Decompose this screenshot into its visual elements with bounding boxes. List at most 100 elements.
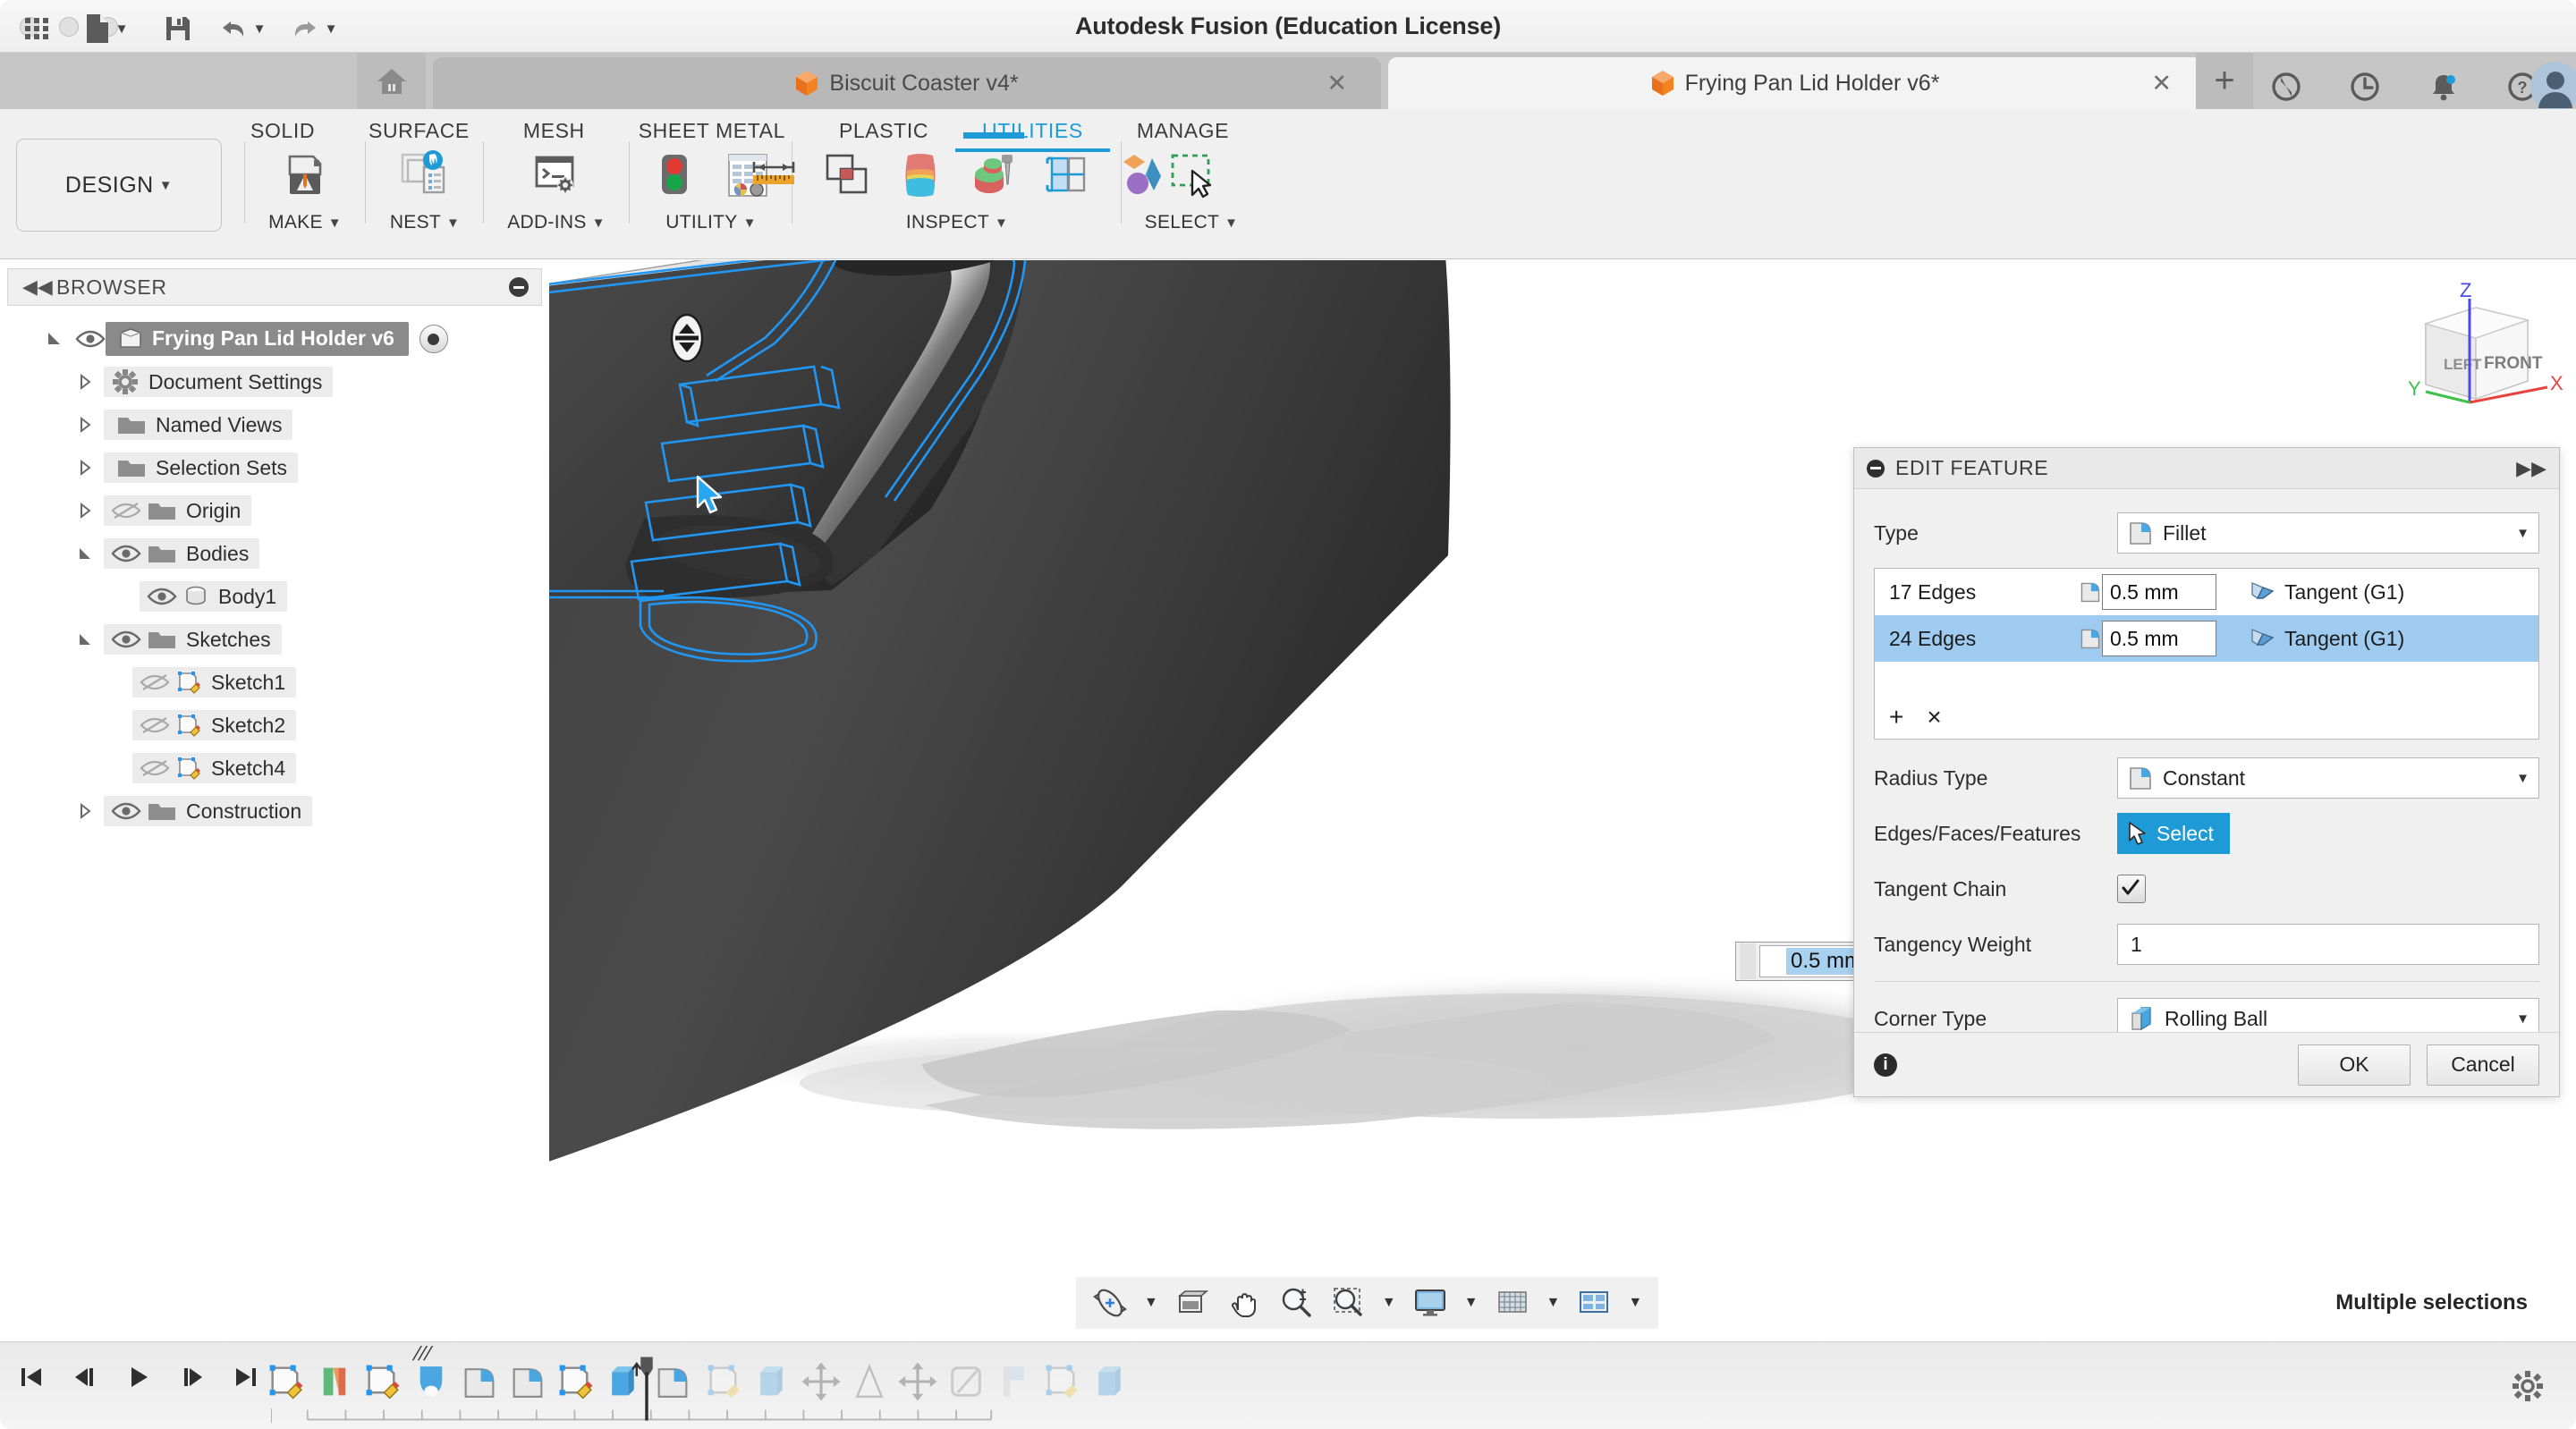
account-avatar[interactable] <box>2528 59 2576 114</box>
timeline-feature-extrude-pending[interactable] <box>750 1357 795 1407</box>
edge-continuity[interactable]: Tangent (G1) <box>2249 627 2404 651</box>
visibility-eye-icon[interactable] <box>111 800 141 822</box>
cancel-button[interactable]: Cancel <box>2427 1044 2539 1086</box>
double-left-arrow-icon[interactable]: ◀◀ <box>22 275 53 299</box>
new-file-caret-icon[interactable]: ▼ <box>115 21 129 37</box>
traffic-light-icon[interactable] <box>642 143 707 207</box>
timeline-feature-fillet[interactable] <box>505 1357 550 1407</box>
play-back-icon[interactable] <box>123 1362 154 1392</box>
remove-edge-set-button[interactable]: × <box>1927 703 1941 731</box>
document-tab-frying-pan-lid-holder[interactable]: Frying Pan Lid Holder v6* ✕ <box>1388 57 2202 109</box>
timeline-feature-move-pending[interactable] <box>895 1357 940 1407</box>
edge-set-list[interactable]: 17 Edges 0.5 mm Tangent (G1) 24 Edges 0.… <box>1874 568 2539 740</box>
timeline-settings-gear-icon[interactable] <box>2510 1368 2546 1404</box>
expander-expanded-icon[interactable] <box>75 544 95 563</box>
scripts-addins-icon[interactable] <box>524 143 589 207</box>
timeline-feature-revolve[interactable]: /// <box>409 1342 453 1407</box>
curvature-map-icon[interactable] <box>888 143 953 207</box>
timeline-feature-sketch[interactable] <box>360 1357 405 1407</box>
tree-item-construction[interactable]: Construction <box>7 790 542 833</box>
timeline-feature-shell-pending[interactable] <box>944 1357 988 1407</box>
expander-collapsed-icon[interactable] <box>75 501 95 520</box>
viewports-caret-icon[interactable]: ▼ <box>1623 1295 1648 1311</box>
radius-type-dropdown[interactable]: Constant ▼ <box>2117 757 2539 799</box>
expander-expanded-icon[interactable] <box>45 329 64 349</box>
tree-item-origin[interactable]: Origin <box>7 489 542 532</box>
visibility-hidden-eye-icon[interactable] <box>111 500 141 521</box>
visibility-hidden-eye-icon[interactable] <box>140 757 170 779</box>
tangent-chain-checkbox[interactable] <box>2117 875 2146 903</box>
home-button[interactable] <box>357 53 426 109</box>
timeline-feature-sketch[interactable] <box>264 1357 309 1407</box>
recent-clock-icon[interactable] <box>2347 69 2383 105</box>
tree-item-body1[interactable]: Body1 <box>7 575 542 618</box>
app-grid-icon[interactable] <box>11 7 63 50</box>
refresh-icon[interactable] <box>2268 69 2304 105</box>
undo-icon[interactable]: ▼ <box>208 7 277 50</box>
3d-print-icon[interactable] <box>273 143 337 207</box>
grid-snap-caret-icon[interactable]: ▼ <box>1541 1295 1566 1311</box>
grid-snap-icon[interactable] <box>1489 1280 1536 1326</box>
timeline-feature-move-pending[interactable] <box>799 1357 843 1407</box>
tree-item-named-views[interactable]: Named Views <box>7 403 542 446</box>
timeline-feature-fillet[interactable] <box>457 1357 502 1407</box>
timeline-feature-draft-pending[interactable] <box>847 1357 892 1407</box>
tree-item-sketch2[interactable]: Sketch2 <box>7 704 542 747</box>
activate-component-radio[interactable] <box>419 325 448 353</box>
view-cube[interactable]: LEFT FRONT Z X Y <box>2370 268 2576 429</box>
visibility-hidden-eye-icon[interactable] <box>140 714 170 736</box>
minimize-dot-icon[interactable] <box>509 277 529 297</box>
window-select-icon[interactable] <box>1159 143 1224 207</box>
add-edge-set-button[interactable]: + <box>1889 703 1903 731</box>
expander-collapsed-icon[interactable] <box>75 415 95 435</box>
pan-icon[interactable] <box>1221 1280 1267 1326</box>
zoom-window-caret-icon[interactable]: ▼ <box>1377 1295 1402 1311</box>
step-forward-icon[interactable] <box>177 1362 208 1392</box>
close-tab-button[interactable]: ✕ <box>1326 70 1347 97</box>
orbit-caret-icon[interactable]: ▼ <box>1139 1295 1164 1311</box>
new-file-icon[interactable]: ▼ <box>72 7 141 50</box>
expander-collapsed-icon[interactable] <box>75 458 95 478</box>
go-to-end-icon[interactable] <box>231 1362 261 1392</box>
double-right-arrow-icon[interactable]: ▶▶ <box>2516 457 2546 480</box>
redo-caret-icon[interactable]: ▼ <box>325 21 338 37</box>
timeline-feature-sketch-pending[interactable] <box>1040 1357 1085 1407</box>
zoom-window-icon[interactable] <box>1325 1280 1371 1326</box>
edge-continuity[interactable]: Tangent (G1) <box>2249 580 2404 605</box>
measure-icon[interactable] <box>741 143 806 207</box>
component-color-icon[interactable] <box>1035 143 1099 207</box>
display-settings-caret-icon[interactable]: ▼ <box>1459 1295 1484 1311</box>
tree-item-sketches[interactable]: Sketches <box>7 618 542 661</box>
visibility-eye-icon[interactable] <box>111 543 141 564</box>
expander-collapsed-icon[interactable] <box>75 801 95 821</box>
tree-item-sketch1[interactable]: Sketch1 <box>7 661 542 704</box>
visibility-eye-icon[interactable] <box>147 586 177 607</box>
tangency-weight-input[interactable]: 1 <box>2117 924 2539 965</box>
timeline-marker[interactable] <box>637 1353 657 1425</box>
zoom-icon[interactable] <box>1273 1280 1319 1326</box>
nest-arrange-icon[interactable] <box>393 143 457 207</box>
new-tab-button[interactable]: + <box>2196 53 2253 109</box>
visibility-eye-icon[interactable] <box>75 328 106 350</box>
minimize-dot-icon[interactable] <box>1867 459 1885 478</box>
edit-feature-dialog[interactable]: EDIT FEATURE ▶▶ Type Fillet ▼ 17 Edges 0… <box>1853 447 2560 1097</box>
ok-button[interactable]: OK <box>2298 1044 2411 1086</box>
info-icon[interactable]: i <box>1874 1053 1897 1077</box>
edge-set-row[interactable]: 17 Edges 0.5 mm Tangent (G1) <box>1875 569 2538 615</box>
select-button[interactable]: Select <box>2117 813 2230 854</box>
notifications-bell-icon[interactable] <box>2426 69 2462 105</box>
timeline-feature-fillet[interactable] <box>650 1357 695 1407</box>
expander-expanded-icon[interactable] <box>75 630 95 649</box>
visibility-eye-icon[interactable] <box>111 629 141 650</box>
type-dropdown[interactable]: Fillet ▼ <box>2117 512 2539 554</box>
timeline-feature-extrude[interactable] <box>312 1357 357 1407</box>
workspace-selector[interactable]: DESIGN ▼ <box>16 139 222 232</box>
tree-item-selection-sets[interactable]: Selection Sets <box>7 446 542 489</box>
tree-item-document-settings[interactable]: Document Settings <box>7 360 542 403</box>
go-to-beginning-icon[interactable] <box>16 1362 47 1392</box>
undo-caret-icon[interactable]: ▼ <box>253 21 267 37</box>
timeline-feature-extrude-pending[interactable] <box>1089 1357 1133 1407</box>
document-tab-biscuit-coaster[interactable]: Biscuit Coaster v4* ✕ <box>433 57 1381 109</box>
timeline-feature-rib-pending[interactable] <box>992 1357 1037 1407</box>
visibility-hidden-eye-icon[interactable] <box>140 672 170 693</box>
